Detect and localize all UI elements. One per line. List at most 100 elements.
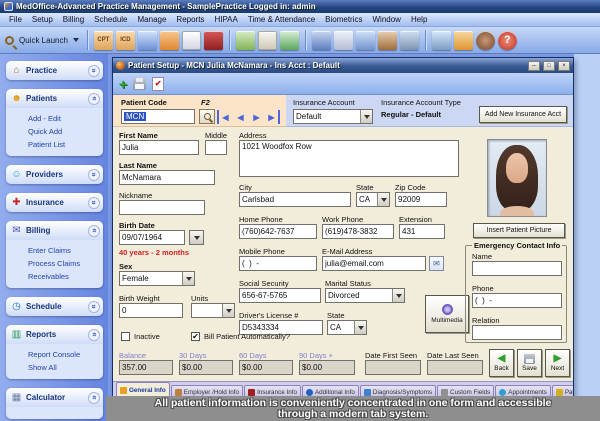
maximize-button[interactable]: □ — [543, 61, 555, 71]
extension-input[interactable] — [399, 224, 445, 239]
add-new-insurance-button[interactable]: Add New Insurance Acct — [479, 106, 567, 123]
bill-automatically-checkbox-box[interactable]: ✔ — [191, 332, 200, 341]
menu-item-biometrics[interactable]: Biometrics — [320, 15, 367, 24]
dropdown-arrow-icon[interactable] — [354, 321, 366, 334]
insert-patient-picture-button[interactable]: Insert Patient Picture — [473, 223, 565, 238]
sidebar-header-calculator[interactable]: ▦ Calculator » — [6, 388, 103, 407]
send-email-button[interactable]: ✉ — [429, 256, 444, 271]
inactive-checkbox[interactable]: Inactive — [121, 332, 160, 341]
network-users-icon[interactable] — [432, 31, 451, 50]
patient-code-input[interactable]: MCN — [121, 109, 195, 124]
minimize-button[interactable]: ─ — [528, 61, 540, 71]
expand-chevron-icon[interactable]: » — [88, 197, 100, 209]
sidebar-item-patient-list[interactable]: Patient List — [28, 138, 101, 151]
calendar-icon[interactable] — [356, 31, 375, 50]
sidebar-header-patients[interactable]: ☻ Patients » — [6, 89, 103, 108]
close-button[interactable]: × — [558, 61, 570, 71]
patient-search-button[interactable] — [199, 109, 215, 124]
sidebar-item-report-console[interactable]: Report Console — [28, 348, 101, 361]
sidebar-item-show-all[interactable]: Show All — [28, 361, 101, 374]
menu-item-manage[interactable]: Manage — [133, 15, 172, 24]
collapse-chevron-icon[interactable]: » — [88, 392, 100, 404]
mobile-phone-input[interactable] — [239, 256, 317, 271]
patient-window-titlebar[interactable]: Patient Setup - MCN Julia McNamara - Ins… — [113, 58, 573, 73]
add-patient-icon[interactable]: + — [119, 77, 127, 91]
marital-status-select[interactable]: Divorced — [325, 288, 405, 303]
patient-record-icon[interactable] — [138, 31, 157, 50]
dropdown-arrow-icon[interactable] — [392, 289, 404, 302]
camera-bag-icon[interactable] — [204, 31, 223, 50]
dropdown-arrow-icon[interactable] — [222, 304, 234, 317]
report-clock-icon[interactable] — [334, 31, 353, 50]
claim-edit-icon[interactable] — [258, 31, 277, 50]
emergency-relation-input[interactable] — [472, 325, 562, 340]
nav-previous-record-button[interactable]: ◀ — [233, 110, 248, 124]
icd-codes-icon[interactable]: ICD — [116, 31, 135, 50]
nickname-input[interactable] — [119, 200, 205, 215]
state-select[interactable]: CA — [356, 192, 390, 207]
work-phone-input[interactable] — [322, 224, 394, 239]
save-button[interactable]: Save — [517, 349, 542, 377]
city-input[interactable] — [239, 192, 351, 207]
verify-icon[interactable]: ✔ — [152, 77, 164, 91]
last-name-input[interactable] — [119, 170, 215, 185]
sidebar-header-providers[interactable]: ☺ Providers » — [6, 165, 103, 184]
sidebar-item-quick-add[interactable]: Quick Add — [28, 125, 101, 138]
middle-input[interactable] — [205, 140, 227, 155]
birth-weight-input[interactable] — [119, 303, 183, 318]
sidebar-header-reports[interactable]: ▥ Reports » — [6, 325, 103, 344]
cpt-codes-icon[interactable]: CPT — [94, 31, 113, 50]
sidebar-header-billing[interactable]: ✉ Billing » — [6, 221, 103, 240]
save-icon[interactable] — [133, 77, 146, 90]
multimedia-button[interactable]: Multimedia — [425, 295, 469, 333]
sidebar-item-process-claims[interactable]: Process Claims — [28, 257, 101, 270]
dropdown-arrow-icon[interactable] — [377, 193, 389, 206]
appointment-note-icon[interactable] — [182, 31, 201, 50]
first-name-input[interactable] — [119, 140, 199, 155]
email-input[interactable] — [322, 256, 426, 271]
biometrics-fingerprint-icon[interactable] — [476, 31, 495, 50]
dropdown-arrow-icon[interactable] — [360, 110, 372, 123]
bill-automatically-checkbox[interactable]: ✔ Bill Patient Automatically? — [191, 332, 290, 341]
birth-date-dropdown-button[interactable] — [189, 230, 204, 245]
menu-item-billing[interactable]: Billing — [58, 15, 89, 24]
birth-date-input[interactable] — [119, 230, 185, 245]
nav-next-record-button[interactable]: ▶ — [249, 110, 264, 124]
menu-item-setup[interactable]: Setup — [27, 15, 58, 24]
menu-item-window[interactable]: Window — [368, 15, 406, 24]
expand-chevron-icon[interactable]: » — [88, 169, 100, 181]
collapse-chevron-icon[interactable]: » — [88, 329, 100, 341]
inactive-checkbox-box[interactable] — [121, 332, 130, 341]
collapse-chevron-icon[interactable]: » — [88, 225, 100, 237]
emergency-name-input[interactable] — [472, 261, 562, 276]
license-state-select[interactable]: CA — [327, 320, 367, 335]
sidebar-item-add-edit[interactable]: Add - Edit — [28, 112, 101, 125]
quick-launch-button[interactable]: Quick Launch — [19, 36, 68, 45]
collapse-chevron-icon[interactable]: » — [88, 93, 100, 105]
menu-item-file[interactable]: File — [4, 15, 27, 24]
workstation-icon[interactable] — [400, 31, 419, 50]
quick-launch-dropdown-icon[interactable] — [73, 38, 79, 42]
next-button[interactable]: ▶ Next — [545, 349, 570, 377]
units-select[interactable] — [191, 303, 235, 318]
sidebar-header-insurance[interactable]: ✚ Insurance » — [6, 193, 103, 212]
sex-select[interactable]: Female — [119, 271, 195, 286]
insurance-account-select[interactable]: Default — [293, 109, 373, 124]
menu-item-reports[interactable]: Reports — [171, 15, 209, 24]
social-security-input[interactable] — [239, 288, 321, 303]
sidebar-header-schedule[interactable]: ◷ Schedule » — [6, 297, 103, 316]
charts-folder-icon[interactable] — [160, 31, 179, 50]
menu-item-help[interactable]: Help — [406, 15, 432, 24]
sidebar-item-receivables[interactable]: Receivables — [28, 270, 101, 283]
help-icon[interactable]: ? — [498, 31, 517, 50]
statements-icon[interactable] — [280, 31, 299, 50]
chart-podium-icon[interactable] — [378, 31, 397, 50]
menu-item-schedule[interactable]: Schedule — [89, 15, 132, 24]
dropdown-arrow-icon[interactable] — [182, 272, 194, 285]
expand-chevron-icon[interactable]: » — [88, 65, 100, 77]
payments-ledger-icon[interactable] — [312, 31, 331, 50]
sidebar-item-enter-claims[interactable]: Enter Claims — [28, 244, 101, 257]
zip-code-input[interactable] — [395, 192, 447, 207]
nav-first-record-button[interactable]: ◀ — [217, 110, 232, 124]
back-button[interactable]: ◀ Back — [489, 349, 514, 377]
